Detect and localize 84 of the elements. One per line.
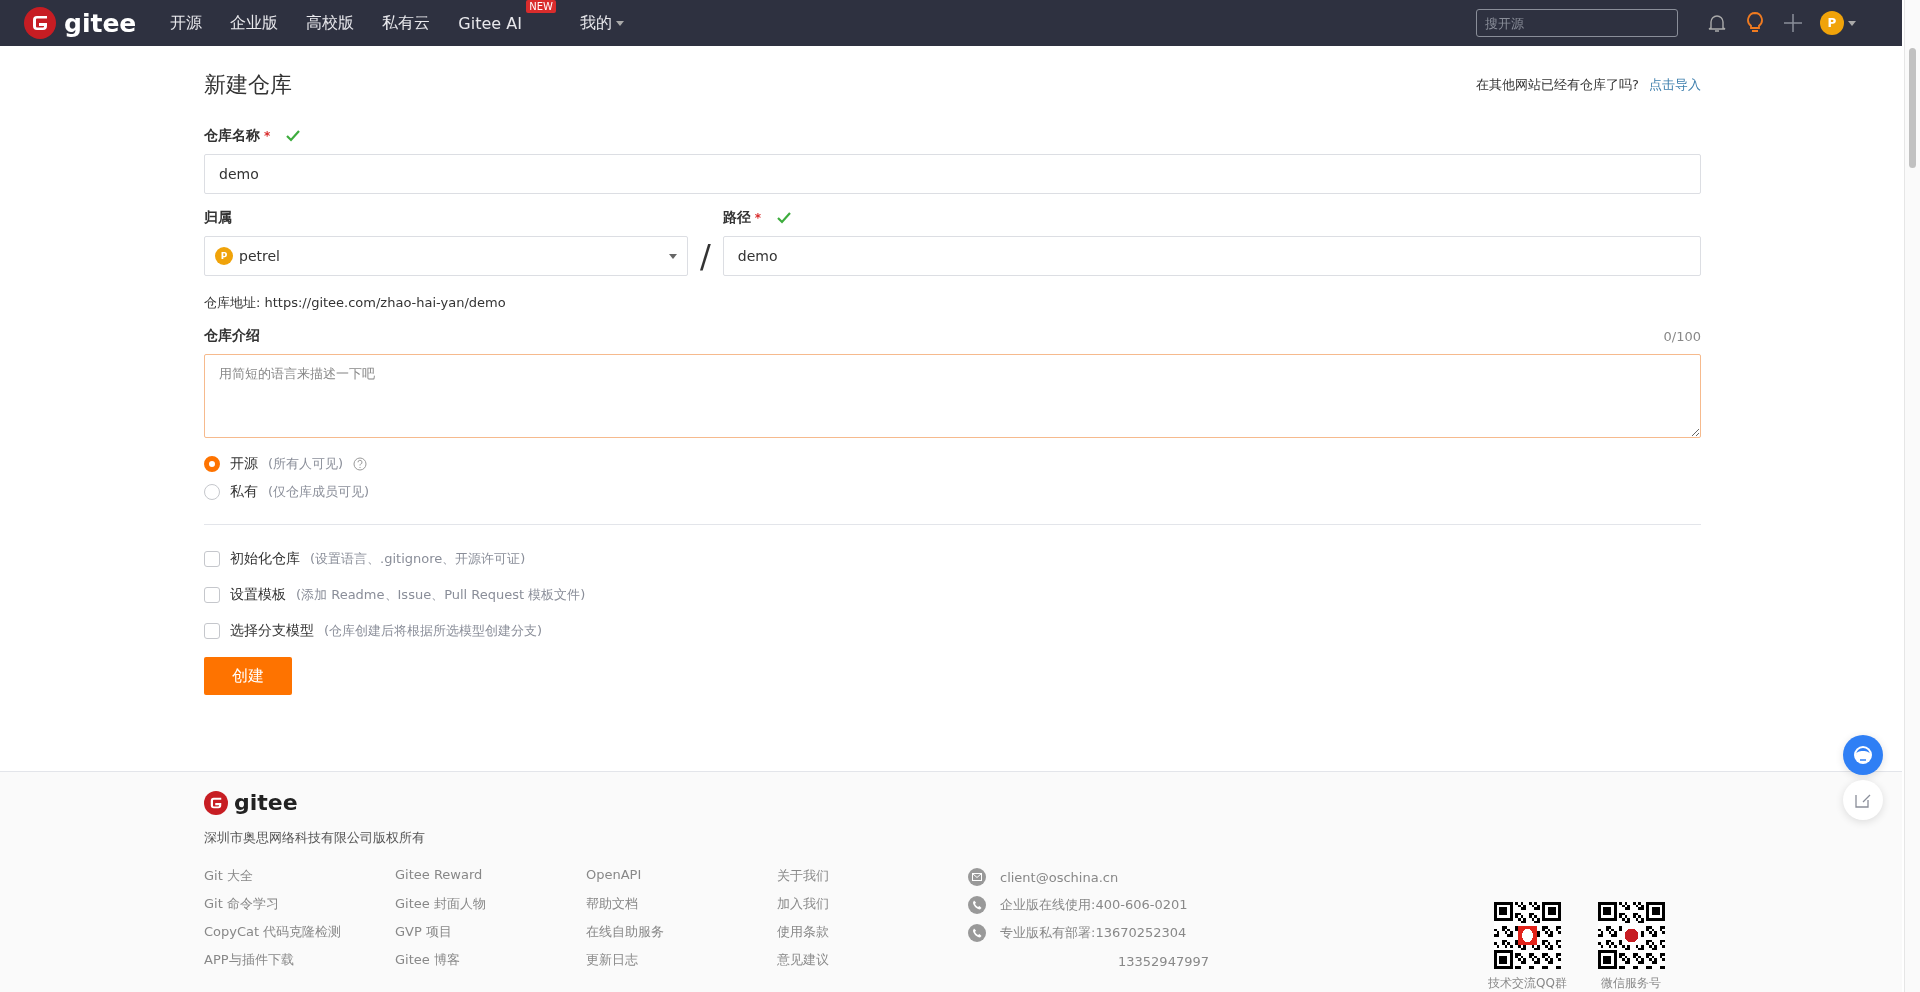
footer-link[interactable]: GVP 项目 [395, 923, 586, 943]
check-icon [777, 212, 792, 224]
required-mark: * [754, 211, 762, 225]
nav-link[interactable]: 企业版 [230, 12, 279, 34]
footer-link[interactable]: 帮助文档 [586, 895, 777, 915]
radio-button[interactable] [204, 456, 220, 472]
option-hint: (添加 Readme、Issue、Pull Request 模板文件) [296, 586, 586, 604]
radio-button[interactable] [204, 484, 220, 500]
option-hint: (仓库创建后将根据所选模型创建分支) [324, 622, 543, 640]
qr-caption: 技术交流QQ群 [1488, 975, 1567, 992]
description-field[interactable]: 用简短的语言来描述一下吧 [204, 354, 1701, 438]
page-title: 新建仓库 [204, 71, 292, 99]
footer-link[interactable]: Gitee 封面人物 [395, 895, 586, 915]
contact-text: client@oschina.cn [1000, 869, 1119, 885]
nav-link[interactable]: 开源 [170, 12, 203, 34]
nav-dropdown[interactable]: 我的 [579, 12, 624, 34]
new-badge: NEW [526, 0, 556, 13]
logo-icon [204, 790, 228, 815]
logo-text: gitee [234, 790, 298, 815]
caret-icon [669, 253, 677, 259]
footer-link[interactable]: 在线自助服务 [586, 923, 777, 943]
nav-link[interactable]: 私有云 [382, 12, 431, 34]
option-label: 选择分支模型 [230, 622, 314, 640]
repo-address: 仓库地址: https://gitee.com/zhao-hai-yan/demo [204, 294, 507, 312]
field-label: 仓库名称 [204, 127, 260, 145]
footer-link[interactable]: 关于我们 [777, 867, 968, 887]
phone-icon [968, 896, 986, 914]
field-label: 仓库介绍 [204, 327, 260, 345]
nav-link[interactable]: Gitee AI [458, 13, 522, 33]
checkbox[interactable] [204, 587, 220, 603]
scrollbar[interactable] [1904, 0, 1920, 992]
bell-icon[interactable] [1708, 13, 1726, 33]
option-hint: (仅仓库成员可见) [268, 483, 370, 501]
nav-link[interactable]: 高校版 [306, 12, 355, 34]
caret-icon [615, 20, 624, 26]
option-hint: (设置语言、.gitignore、开源许可证) [310, 550, 526, 568]
plus-icon[interactable] [1784, 14, 1802, 32]
footer-link[interactable]: 更新日志 [586, 951, 777, 971]
headset-icon [1851, 743, 1875, 767]
contact-text: 13352947997 [1118, 953, 1209, 969]
option-label: 设置模板 [230, 586, 286, 604]
footer-link[interactable]: 意见建议 [777, 951, 968, 971]
check-icon [286, 130, 301, 142]
caret-icon [1848, 20, 1856, 26]
contact-text: 专业版私有部署:13670252304 [1000, 924, 1187, 942]
char-counter: 0/100 [1663, 328, 1701, 344]
import-prompt: 在其他网站已经有仓库了吗? [1476, 76, 1639, 94]
user-avatar[interactable]: P [1820, 11, 1844, 35]
mail-icon [968, 868, 986, 886]
logo-text: gitee [64, 8, 137, 38]
field-label: 路径 [722, 209, 751, 227]
import-link[interactable]: 点击导入 [1649, 76, 1701, 94]
checkbox[interactable] [204, 551, 220, 567]
footer-link[interactable]: Gitee 博客 [395, 951, 586, 971]
qr-caption: 微信服务号 [1601, 975, 1662, 992]
path-separator: / [699, 236, 712, 276]
create-button[interactable]: 创建 [204, 657, 292, 695]
footer-link[interactable]: CopyCat 代码克隆检测 [204, 923, 395, 943]
footer-link[interactable]: Git 命令学习 [204, 895, 395, 915]
repo-name-field[interactable]: demo [204, 154, 1701, 194]
help-icon[interactable] [353, 457, 368, 471]
search-field[interactable]: 搜开源 [1476, 9, 1678, 37]
option-hint: (所有人可见) [268, 455, 344, 473]
copyright: 深圳市奥思网络科技有限公司版权所有 [204, 829, 426, 847]
phone-icon [968, 924, 986, 942]
option-label: 开源 [230, 455, 258, 473]
footer-link[interactable]: OpenAPI [586, 867, 777, 887]
customer-service-button[interactable] [1843, 735, 1883, 775]
checkbox[interactable] [204, 623, 220, 639]
footer-link[interactable]: 加入我们 [777, 895, 968, 915]
option-label: 初始化仓库 [230, 550, 300, 568]
footer-link[interactable]: Git 大全 [204, 867, 395, 887]
required-mark: * [264, 129, 271, 143]
lightbulb-icon[interactable] [1746, 12, 1764, 34]
footer-link[interactable]: APP与插件下载 [204, 951, 395, 971]
option-label: 私有 [230, 483, 258, 501]
logo-icon [24, 7, 56, 39]
footer-link[interactable]: 使用条款 [777, 923, 968, 943]
footer-link[interactable]: Gitee Reward [395, 867, 586, 887]
owner-avatar: P [215, 247, 233, 265]
contact-text: 企业版在线使用:400-606-0201 [1000, 896, 1188, 914]
owner-select[interactable]: P petrel [204, 236, 688, 276]
field-label: 归属 [204, 209, 232, 227]
path-field[interactable]: demo [722, 236, 1701, 276]
